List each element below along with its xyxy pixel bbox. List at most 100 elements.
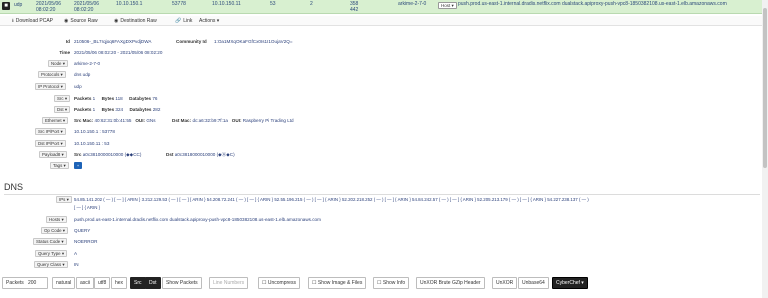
dst-packets-label: Packets — [74, 107, 92, 112]
unxor-button[interactable]: UnXOR — [492, 277, 518, 289]
session-bytes: 358 442 — [350, 1, 366, 13]
dns-opcode-field-button[interactable]: Op Code ▾ — [41, 227, 69, 234]
dns-qtype-label: Query Type — [38, 251, 61, 256]
packets-count-label: Packets — [6, 280, 24, 286]
utf8-button[interactable]: utf8 — [94, 277, 111, 289]
line-numbers-button[interactable]: Line Numbers — [209, 277, 249, 289]
session-dst-ip[interactable]: 10.10.150.11 — [212, 1, 241, 7]
show-images-checkbox-icon: ☐ — [312, 280, 317, 286]
src-oui-value[interactable]: GNs — [146, 118, 155, 123]
src-field-button[interactable]: Src ▾ — [54, 95, 71, 102]
tags-label: Tags — [53, 163, 63, 168]
node-field-button[interactable]: Node ▾ — [48, 60, 68, 67]
dns-ips-value[interactable]: 54.85.141.202 ( — ) [ — ] { ARIN } 3.212… — [74, 197, 589, 202]
session-databytes-value: 442 — [350, 7, 359, 13]
destination-raw-label: Destination Raw — [120, 18, 157, 24]
payload-src-label: Src — [74, 152, 82, 157]
dns-hosts-field-button[interactable]: Hosts ▾ — [46, 216, 67, 223]
scrollbar-thumb[interactable] — [763, 8, 767, 168]
community-id-value[interactable]: 1:Oa1MXqOKaFGfCx0Is1I1OujaV2Q= — [214, 39, 293, 44]
natural-button[interactable]: natural — [52, 277, 76, 289]
src-databytes-label: Databytes — [129, 96, 152, 101]
session-src-port[interactable]: 53778 — [172, 1, 186, 7]
dns-status-value[interactable]: NOERROR — [74, 239, 97, 244]
ethernet-field-button[interactable]: Ethernet ▾ — [42, 117, 69, 124]
dst-bytes-value: 324 — [115, 107, 124, 112]
show-info-button[interactable]: ☐ Show Info — [373, 277, 410, 289]
dst-oui-value[interactable]: Raspberry Pi Trading Ltd — [243, 118, 294, 123]
session-src-ip[interactable]: 10.10.150.1 — [116, 1, 142, 7]
dns-opcode-value[interactable]: QUERY — [74, 228, 90, 233]
unxor-brute-button[interactable]: UnXOR Brute GZip Header — [416, 277, 485, 289]
show-info-label: Show Info — [382, 280, 406, 286]
payload8-field-button[interactable]: Payload8 ▾ — [39, 151, 67, 158]
dst-mac-value[interactable]: dc:a6:32:b9:7f:1a — [192, 118, 228, 123]
time-value: 2021/05/06 08:02:20 - 2021/05/06 08:02:2… — [74, 50, 163, 55]
payload-src-value[interactable]: a0c3810000010000 (◆◆CC) — [83, 152, 142, 157]
link-button[interactable]: 🔗 Link — [175, 17, 192, 25]
uncompress-label: Uncompress — [267, 280, 296, 286]
protocols-label: Protocols — [41, 72, 60, 77]
src-toggle-button[interactable]: Src — [130, 277, 146, 289]
session-start-time: 2021/05/06 08:02:20 — [36, 1, 62, 13]
payload-dst-value[interactable]: a0c3818000010000 (◆Ⓐ◆C) — [175, 152, 235, 157]
src-packets-value: 1 — [92, 96, 96, 101]
ethernet-values: Src Mac: 40:62:31:0b:41:55 OUI: GNs — [74, 118, 156, 123]
link-label: Link — [183, 18, 193, 24]
host-field-label: Host — [441, 3, 451, 8]
add-tag-button[interactable]: + — [74, 162, 82, 169]
dns-qclass-label: Query Class — [37, 262, 62, 267]
ascii-button[interactable]: ascii — [76, 277, 95, 289]
dns-hosts-label: Hosts — [49, 217, 61, 222]
page-scrollbar[interactable] — [762, 0, 768, 298]
dst-databytes-label: Databytes — [129, 107, 152, 112]
protocols-field-button[interactable]: Protocols ▾ — [38, 71, 66, 78]
unbase64-button[interactable]: Unbase64 — [518, 277, 549, 289]
packets-count-select[interactable]: Packets 200 — [2, 277, 48, 289]
dns-ips-field-button[interactable]: IPs ▾ — [56, 196, 72, 203]
dns-hosts-value[interactable]: push.prod.us-east-1.internal.dradis.netf… — [74, 217, 321, 222]
destination-raw-button[interactable]: ◉ Destination Raw — [114, 17, 157, 25]
session-packets: 2 — [310, 1, 313, 7]
dst-toggle-button[interactable]: Dst — [145, 277, 161, 289]
dst-ipport-value[interactable]: 10.10.150.11 : 53 — [74, 141, 109, 146]
session-dst-port[interactable]: 53 — [270, 1, 276, 7]
hex-button[interactable]: hex — [111, 277, 128, 289]
cyberchef-label: CyberChef — [556, 280, 580, 286]
ip-protocol-value[interactable]: udp — [74, 84, 82, 89]
show-images-label: Show Image & Files — [317, 280, 363, 286]
session-actions-toolbar: ⭳ Download PCAP ◉ Source Raw ◉ Destination … — [0, 16, 768, 26]
link-icon: 🔗 — [175, 18, 182, 24]
show-packets-button[interactable]: Show Packets — [162, 277, 202, 289]
ip-protocol-field-button[interactable]: IP Protocol ▾ — [35, 83, 66, 90]
dns-qtype-value[interactable]: A — [74, 251, 77, 256]
source-raw-button[interactable]: ◉ Source Raw — [64, 17, 98, 25]
show-info-checkbox-icon: ☐ — [377, 280, 382, 286]
show-images-button[interactable]: ☐ Show Image & Files — [308, 277, 367, 289]
protocols-value[interactable]: dns udp — [74, 72, 90, 77]
collapse-icon[interactable]: ■ — [2, 2, 10, 10]
dns-ips-value-continued[interactable]: [ — ] { ARIN } — [74, 205, 100, 210]
dst-ipport-field-button[interactable]: Dst IP/Port ▾ — [35, 140, 66, 147]
uncompress-button[interactable]: ☐ Uncompress — [258, 277, 300, 289]
session-node[interactable]: arkime-2-7-0 — [398, 1, 426, 7]
session-row[interactable]: ■ udp 2021/05/06 08:02:20 2021/05/06 08:… — [0, 0, 768, 14]
actions-dropdown[interactable]: Actions ▾ — [199, 17, 219, 25]
src-ipport-field-button[interactable]: Src IP/Port ▾ — [35, 128, 66, 135]
dns-status-field-button[interactable]: Status Code ▾ — [33, 238, 67, 245]
dns-qtype-field-button[interactable]: Query Type ▾ — [35, 250, 68, 257]
src-mac-value[interactable]: 40:62:31:0b:41:55 — [94, 118, 131, 123]
dns-qclass-value[interactable]: IN — [74, 262, 79, 267]
node-value[interactable]: arkime-2-7-0 — [74, 61, 100, 66]
packets-count-value: 200 — [27, 280, 37, 286]
src-packets-label: Packets — [74, 96, 92, 101]
download-pcap-button[interactable]: ⭳ Download PCAP — [12, 17, 53, 25]
src-ipport-value[interactable]: 10.10.150.1 : 53778 — [74, 129, 115, 134]
tags-field-button[interactable]: Tags ▾ — [50, 162, 69, 169]
host-field-dropdown[interactable]: Host ▾ — [438, 2, 457, 9]
session-hosts[interactable]: push.prod.us-east-1.internal.dradis.netf… — [458, 1, 727, 7]
dns-qclass-field-button[interactable]: Query Class ▾ — [34, 261, 68, 268]
dst-field-button[interactable]: Dst ▾ — [54, 106, 71, 113]
node-label: Node — [51, 61, 62, 66]
cyberchef-dropdown[interactable]: CyberChef ▾ — [552, 277, 588, 289]
